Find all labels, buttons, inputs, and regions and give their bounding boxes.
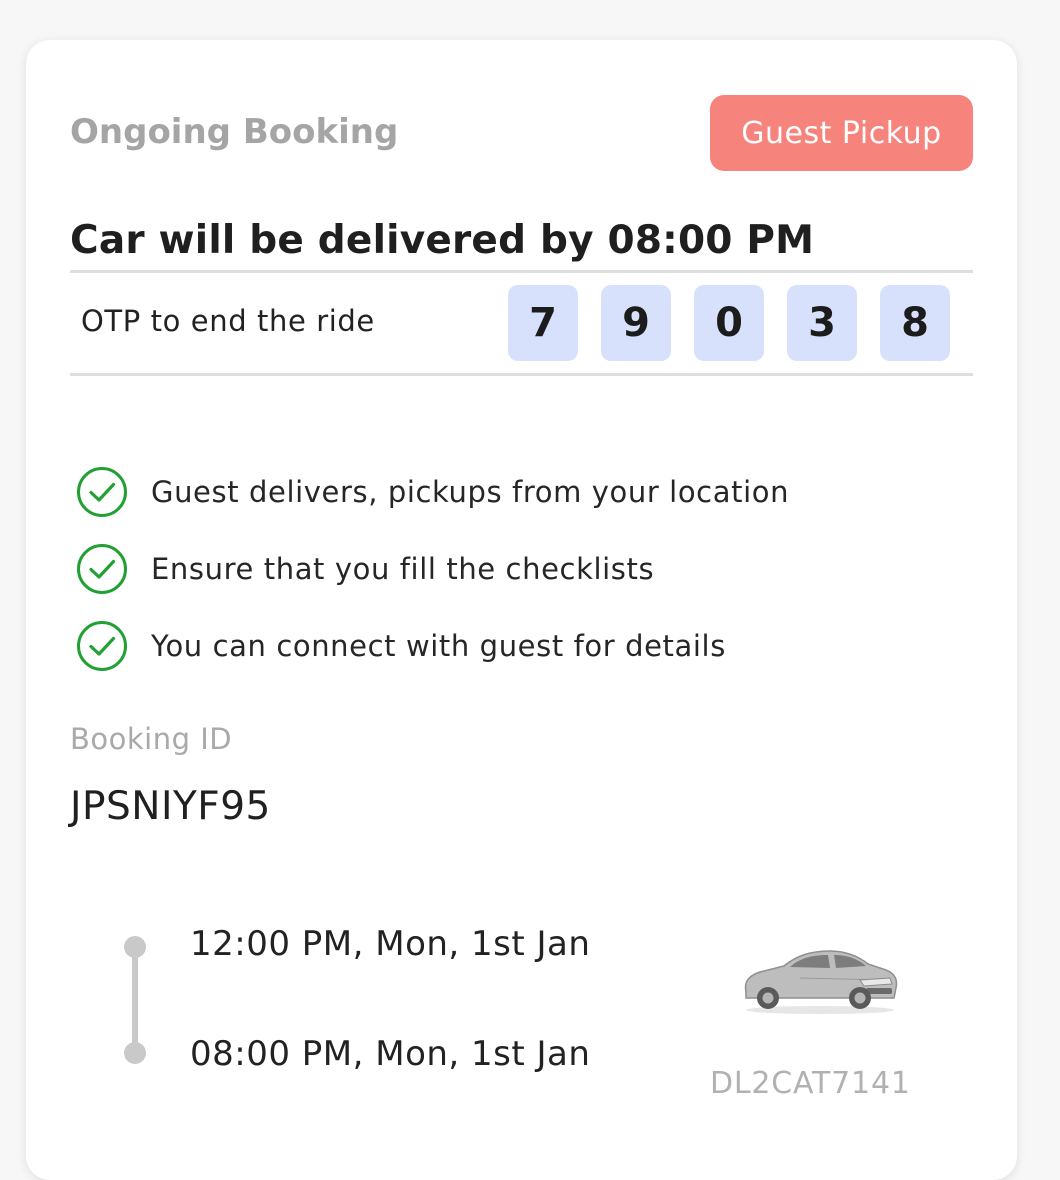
feature-list: Guest delivers, pickups from your locati… xyxy=(76,466,789,697)
car-plate-number: DL2CAT7141 xyxy=(710,1066,911,1101)
timeline-line xyxy=(132,946,138,1052)
booking-card: Ongoing Booking Guest Pickup Car will be… xyxy=(26,40,1017,1180)
divider-top xyxy=(70,270,973,273)
delivery-time-heading: Car will be delivered by 08:00 PM xyxy=(70,218,815,263)
feature-text: You can connect with guest for details xyxy=(151,629,726,663)
feature-text: Ensure that you fill the checklists xyxy=(151,552,655,586)
otp-digit: 3 xyxy=(787,285,857,361)
check-circle-icon xyxy=(77,621,127,671)
end-time: 08:00 PM, Mon, 1st Jan xyxy=(190,1034,591,1074)
otp-digit: 0 xyxy=(694,285,764,361)
otp-code: 7 9 0 3 8 xyxy=(508,285,950,361)
feature-text: Guest delivers, pickups from your locati… xyxy=(151,475,790,509)
timeline-end-dot xyxy=(124,1042,146,1064)
list-item: Ensure that you fill the checklists xyxy=(76,543,789,595)
start-time: 12:00 PM, Mon, 1st Jan xyxy=(190,924,591,964)
car-image xyxy=(744,950,898,1014)
guest-pickup-badge: Guest Pickup xyxy=(710,95,973,171)
divider-bottom xyxy=(70,373,973,376)
otp-digit: 8 xyxy=(880,285,950,361)
page-title: Ongoing Booking xyxy=(70,112,399,152)
list-item: Guest delivers, pickups from your locati… xyxy=(76,466,789,518)
booking-id-value: JPSNIYF95 xyxy=(70,784,271,829)
otp-digit: 7 xyxy=(508,285,578,361)
check-circle-icon xyxy=(77,544,127,594)
otp-label: OTP to end the ride xyxy=(81,304,375,338)
timeline-start-dot xyxy=(124,936,146,958)
check-circle-icon xyxy=(77,467,127,517)
booking-id-label: Booking ID xyxy=(70,722,233,756)
list-item: You can connect with guest for details xyxy=(76,620,789,672)
otp-digit: 9 xyxy=(601,285,671,361)
